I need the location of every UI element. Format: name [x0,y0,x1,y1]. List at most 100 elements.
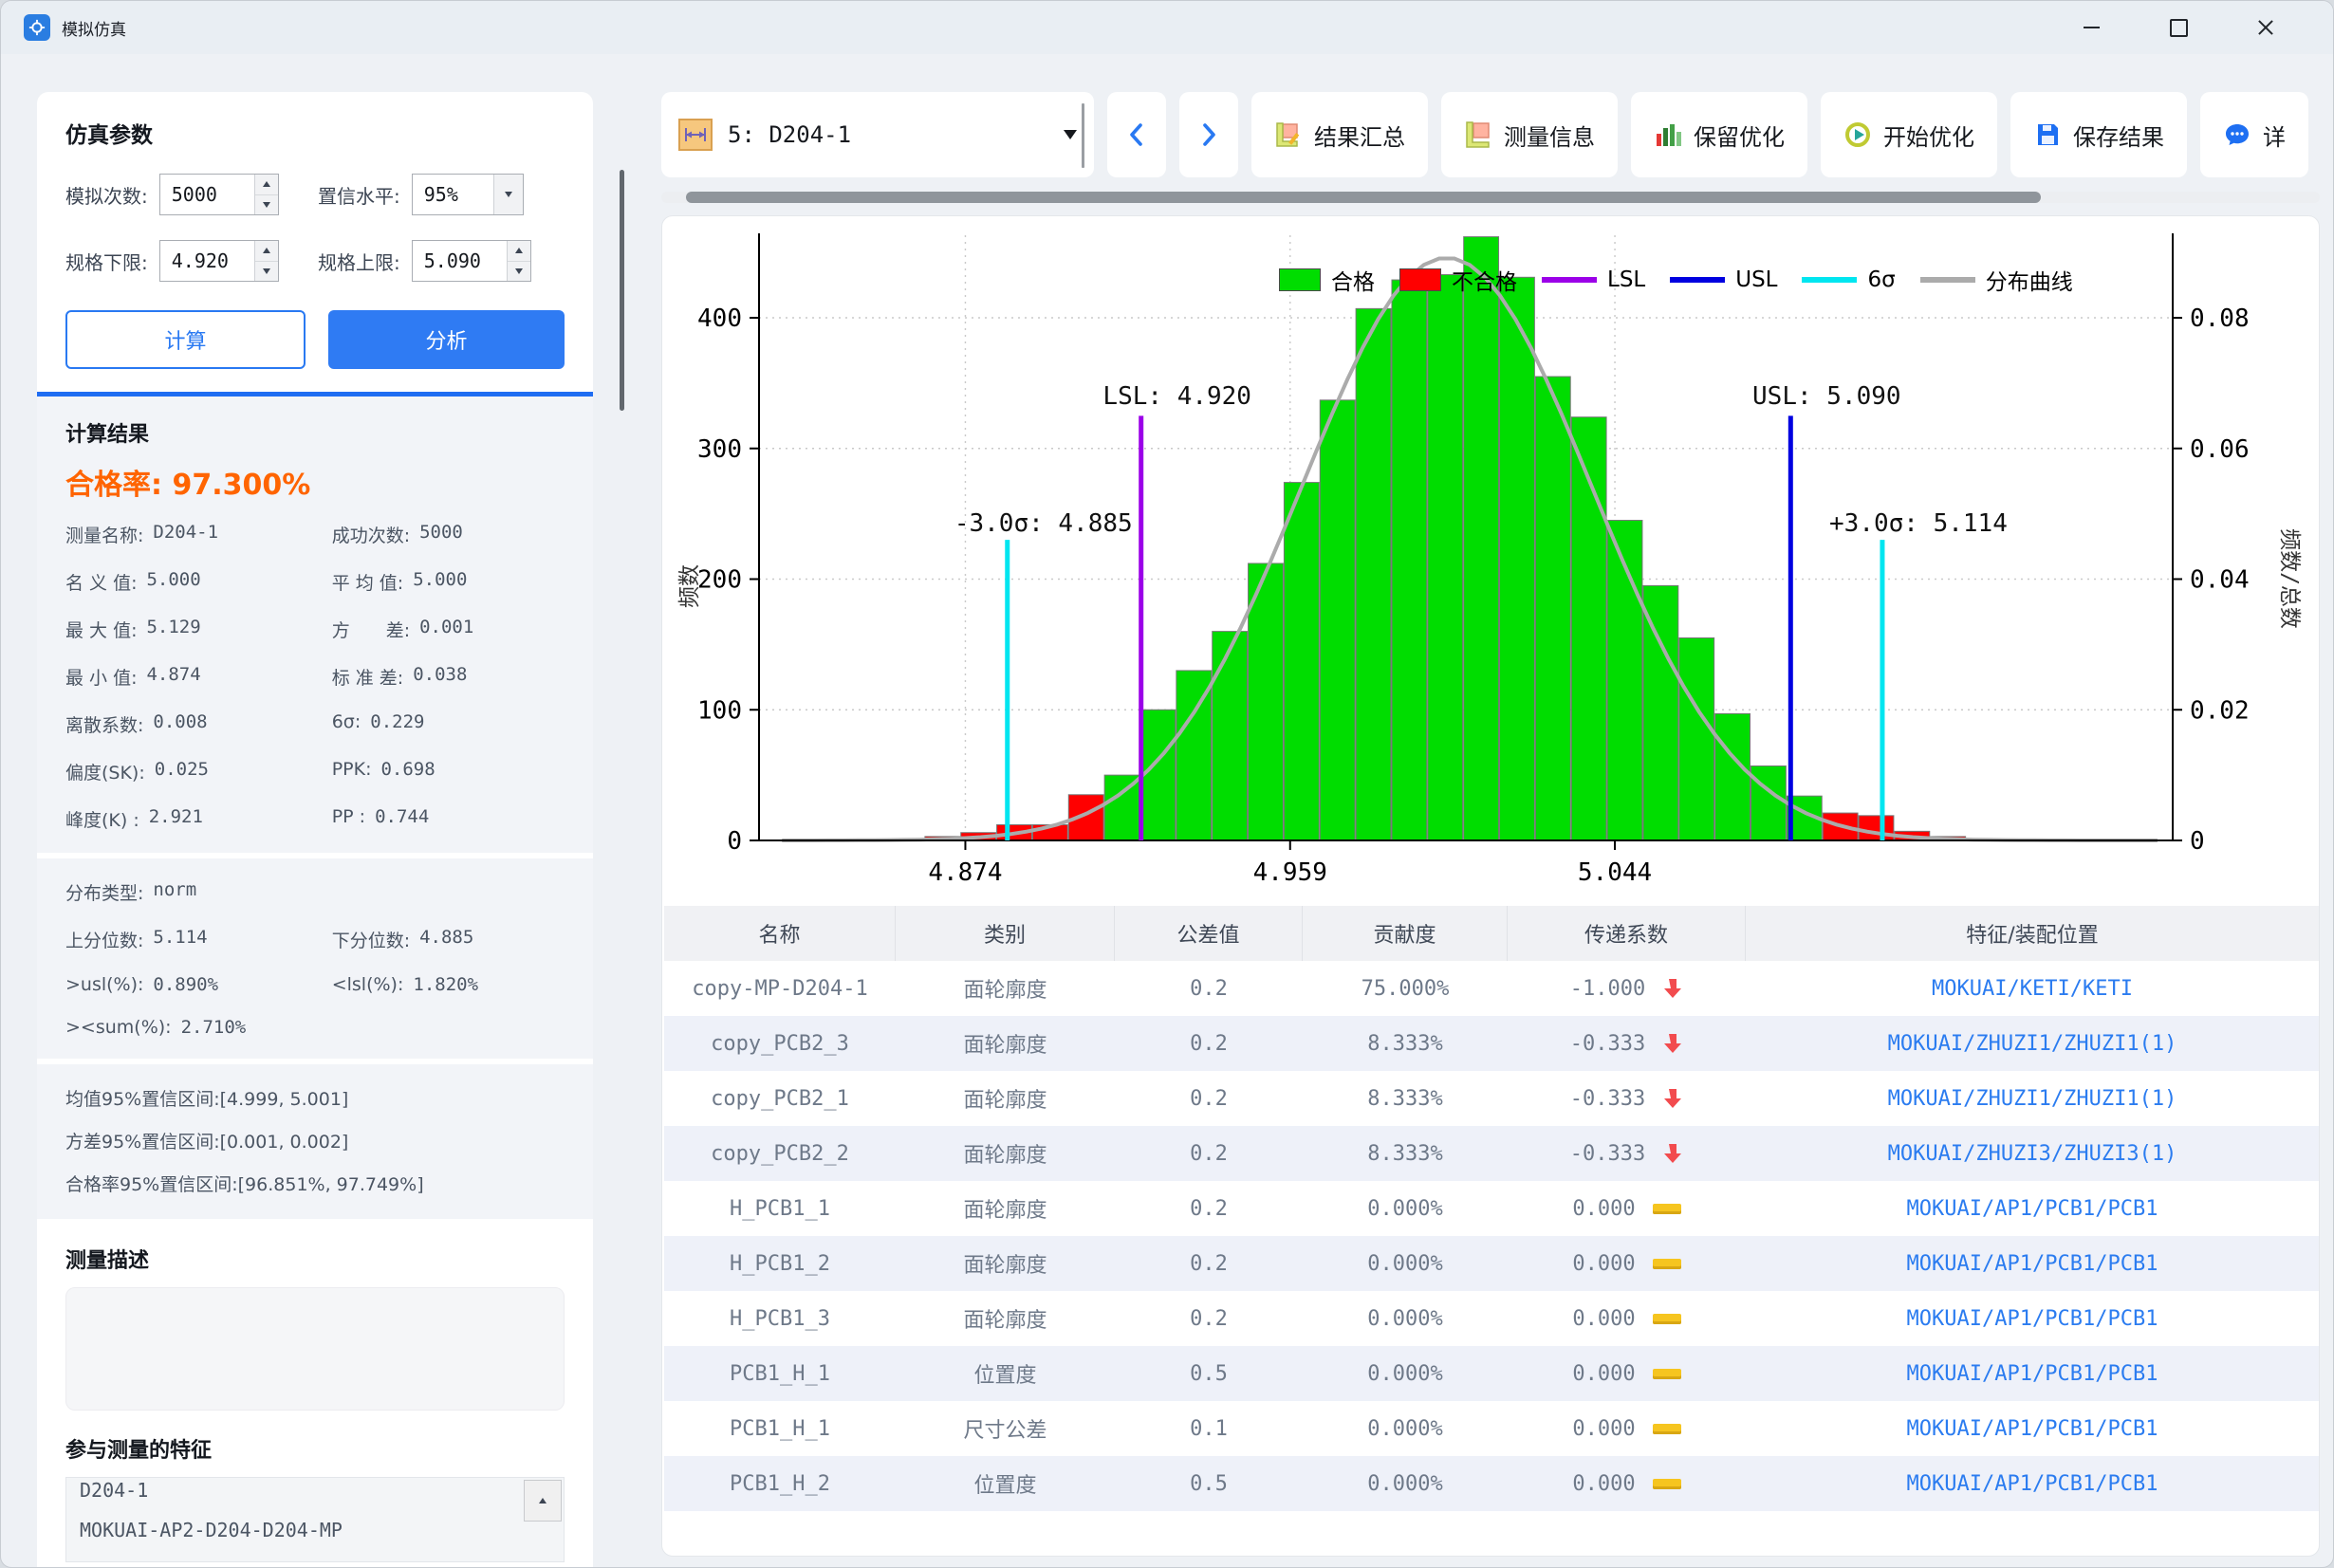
features-list: D204-1MOKUAI-AP2-D204-D204-MP [65,1477,565,1562]
simulation-panel: 仿真参数 模拟次数:5000置信水平:95%规格下限:4.920规格上限:5.0… [37,92,593,1567]
cell-location-link[interactable]: MOKUAI/AP1/PCB1/PCB1 [1746,1291,2319,1346]
cell-coefficient: 0.000 [1508,1346,1746,1401]
cell-location-link[interactable]: MOKUAI/AP1/PCB1/PCB1 [1746,1456,2319,1511]
cell-contribution: 0.000% [1303,1456,1508,1511]
cell-coefficient: 0.000 [1508,1236,1746,1291]
app-icon [24,14,50,41]
param-spinner[interactable]: 5000 [159,174,279,215]
results-summary-button[interactable]: 结果汇总 [1251,92,1428,177]
spinner-down-button[interactable] [255,195,278,215]
cell-coefficient: -1.000 [1508,961,1746,1016]
cell-coefficient: 0.000 [1508,1291,1746,1346]
param-spinner[interactable]: 5.090 [412,240,531,282]
arrow-up-icon [263,181,270,187]
cell-tolerance: 0.2 [1115,1291,1303,1346]
description-section: 测量描述 [37,1225,593,1418]
stat-label: >usl(%): [65,974,143,995]
maximize-button[interactable] [2162,11,2195,44]
spinner-up-button[interactable] [508,241,530,262]
cell-category: 面轮廓度 [896,1071,1115,1126]
histogram-bar [1535,377,1570,840]
table-row[interactable]: H_PCB1_3面轮廓度0.20.000%0.000MOKUAI/AP1/PCB… [664,1291,2319,1346]
histogram-bar [1392,280,1427,840]
table-row[interactable]: copy_PCB2_1面轮廓度0.28.333%-0.333MOKUAI/ZHU… [664,1071,2319,1126]
measurement-info-button[interactable]: 测量信息 [1441,92,1618,177]
stat-item: PP :0.744 [332,806,565,832]
stat-label: 测量名称: [65,522,143,547]
coefficient-value: -0.333 [1570,1142,1645,1166]
stat-value: 0.229 [370,711,424,737]
sidebar-scrollbar-thumb[interactable] [620,170,624,411]
arrow-down-icon [263,202,270,208]
cell-contribution: 8.333% [1303,1016,1508,1071]
details-label: 详 [2263,119,2286,152]
results-heading: 计算结果 [65,417,565,448]
table-row[interactable]: copy_PCB2_2面轮廓度0.28.333%-0.333MOKUAI/ZHU… [664,1126,2319,1181]
legend-chip-USL [1670,277,1725,283]
horizontal-scrollbar-thumb[interactable] [686,192,2041,203]
select-edge-decoration [1082,103,1084,168]
next-measurement-button[interactable] [1179,92,1238,177]
cell-location-link[interactable]: MOKUAI/AP1/PCB1/PCB1 [1746,1181,2319,1236]
table-row[interactable]: copy_PCB2_3面轮廓度0.28.333%-0.333MOKUAI/ZHU… [664,1016,2319,1071]
prev-measurement-button[interactable] [1107,92,1166,177]
feature-list-item[interactable]: D204-1 [66,1477,564,1510]
legend-chip-LSL [1542,277,1597,283]
stat-item: 上分位数:5.114 [65,927,326,952]
stat-label: PPK: [332,759,372,784]
stat-item: 离散系数:0.008 [65,711,326,737]
table-row[interactable]: PCB1_H_1尺寸公差0.10.000%0.000MOKUAI/AP1/PCB… [664,1401,2319,1456]
table-row[interactable]: PCB1_H_2位置度0.50.000%0.000MOKUAI/AP1/PCB1… [664,1456,2319,1511]
coefficient-value: -0.333 [1570,1032,1645,1056]
cell-location-link[interactable]: MOKUAI/ZHUZI3/ZHUZI3(1) [1746,1126,2319,1181]
cell-location-link[interactable]: MOKUAI/KETI/KETI [1746,961,2319,1016]
table-row[interactable]: H_PCB1_2面轮廓度0.20.000%0.000MOKUAI/AP1/PCB… [664,1236,2319,1291]
measurement-select[interactable]: 5: D204-1 [661,92,1094,177]
table-row[interactable]: PCB1_H_1位置度0.50.000%0.000MOKUAI/AP1/PCB1… [664,1346,2319,1401]
select-drop-button[interactable] [493,175,523,214]
legend-item: 不合格 [1399,264,1517,296]
cell-location-link[interactable]: MOKUAI/AP1/PCB1/PCB1 [1746,1236,2319,1291]
coefficient-value: -0.333 [1570,1087,1645,1111]
stat-value: D204-1 [153,522,218,547]
cell-category: 位置度 [896,1456,1115,1511]
save-results-button[interactable]: 保存结果 [2010,92,2187,177]
table-row[interactable]: copy-MP-D204-1面轮廓度0.275.000%-1.000MOKUAI… [664,961,2319,1016]
stat-label: 成功次数: [332,522,410,547]
close-button[interactable] [2250,11,2282,44]
cell-tolerance: 0.2 [1115,1071,1303,1126]
stat-item: >usl(%):0.890% [65,974,326,995]
cell-location-link[interactable]: MOKUAI/ZHUZI1/ZHUZI1(1) [1746,1071,2319,1126]
app-window: 模拟仿真 仿真参数 模拟次数:5000置信水平:95%规格下限:4.920规格上… [0,0,2334,1568]
minimize-button[interactable] [2075,11,2107,44]
table-row[interactable]: H_PCB1_1面轮廓度0.20.000%0.000MOKUAI/AP1/PCB… [664,1181,2319,1236]
cell-location-link[interactable]: MOKUAI/ZHUZI1/ZHUZI1(1) [1746,1016,2319,1071]
param-spinner[interactable]: 4.920 [159,240,279,282]
stat-item: 最 小 值:4.874 [65,664,326,690]
spinner-down-button[interactable] [508,262,530,282]
description-box[interactable] [65,1287,565,1411]
details-button[interactable]: 详 [2200,92,2308,177]
spinner-down-button[interactable] [255,262,278,282]
features-scroll-up-button[interactable] [524,1480,562,1522]
param-select[interactable]: 95% [412,174,524,215]
stat-value: 2.921 [149,806,203,832]
y-axis-title-left: 频数 [677,564,702,608]
cell-location-link[interactable]: MOKUAI/AP1/PCB1/PCB1 [1746,1401,2319,1456]
chevron-down-icon [1064,130,1077,139]
feature-list-item[interactable]: MOKUAI-AP2-D204-D204-MP [66,1510,564,1550]
calculate-button[interactable]: 计算 [65,310,306,369]
start-optimization-button[interactable]: 开始优化 [1821,92,1997,177]
histogram-chart: 合格不合格LSLUSL6σ分布曲线 010020030040000.020.04… [664,226,2315,905]
cell-category: 面轮廓度 [896,961,1115,1016]
cell-tolerance: 0.2 [1115,1236,1303,1291]
cell-location-link[interactable]: MOKUAI/AP1/PCB1/PCB1 [1746,1346,2319,1401]
confidence-interval-line: 方差95%置信区间:[0.001, 0.002] [65,1128,565,1153]
keep-optimization-button[interactable]: 保留优化 [1631,92,1807,177]
analyze-button[interactable]: 分析 [328,310,565,369]
spinner-up-button[interactable] [255,241,278,262]
trend-down-icon [1662,1087,1683,1110]
spinner-up-button[interactable] [255,175,278,195]
cell-contribution: 0.000% [1303,1346,1508,1401]
arrow-down-icon [263,268,270,274]
